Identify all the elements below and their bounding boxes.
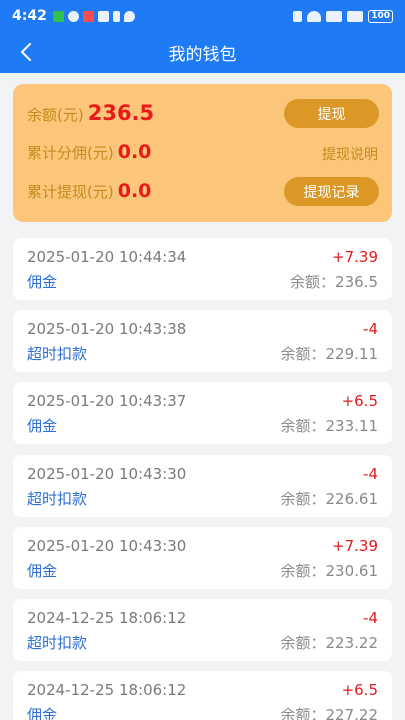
transaction-amount: -4	[363, 609, 378, 627]
withdraw-button[interactable]: 提现	[284, 99, 379, 128]
transaction-type: 超时扣款	[27, 345, 88, 363]
mail-icon	[82, 10, 94, 22]
transaction-type: 佣金	[27, 562, 58, 580]
transaction-date: 2025-01-20 10:44:34	[27, 248, 187, 266]
withdraw-info-link[interactable]: 提现说明	[322, 144, 378, 164]
transaction-type: 超时扣款	[27, 634, 88, 652]
commission-label: 累计分佣(元)	[27, 144, 114, 162]
transaction-date: 2025-01-20 10:43:37	[27, 392, 187, 410]
transaction-balance: 余额：226.61	[280, 490, 379, 508]
signal-1-icon	[326, 10, 343, 22]
nav-bar: 我的钱包	[0, 32, 405, 73]
transaction-type: 超时扣款	[27, 490, 88, 508]
chevron-left-icon	[21, 43, 31, 61]
transaction-balance: 余额：223.22	[280, 634, 379, 652]
transaction-item: 2024-12-25 18:06:12 佣金 +6.5 余额：227.22	[13, 671, 392, 720]
transaction-item: 2025-01-20 10:43:30 超时扣款 -4 余额：226.61	[13, 455, 392, 517]
balance-row: 余额(元) 236.5	[27, 101, 154, 125]
transaction-balance: 余额：230.61	[280, 562, 379, 580]
vibrate-icon	[293, 10, 303, 22]
withdrawn-row: 累计提现(元) 0.0	[27, 180, 151, 202]
transaction-date: 2025-01-20 10:43:30	[27, 537, 187, 555]
withdrawn-value: 0.0	[117, 180, 152, 202]
transaction-item: 2025-01-20 10:43:37 佣金 +6.5 余额：233.11	[13, 382, 392, 444]
transaction-type: 佣金	[27, 706, 58, 720]
transaction-amount: -4	[363, 465, 378, 483]
commission-value: 0.0	[117, 141, 152, 163]
transaction-amount: +7.39	[332, 248, 378, 266]
transaction-item: 2025-01-20 10:43:38 超时扣款 -4 余额：229.11	[13, 310, 392, 372]
transaction-date: 2025-01-20 10:43:30	[27, 465, 187, 483]
transaction-balance: 余额：233.11	[280, 417, 379, 435]
wallet-summary-card: 余额(元) 236.5 提现 累计分佣(元) 0.0 提现说明 累计提现(元) …	[13, 84, 392, 222]
transaction-amount: +7.39	[332, 537, 378, 555]
transaction-balance: 余额：229.11	[280, 345, 379, 363]
system-icons: 100	[293, 9, 393, 23]
transaction-date: 2024-12-25 18:06:12	[27, 609, 187, 627]
notification-icons	[52, 10, 135, 22]
app-icon	[67, 10, 79, 22]
transaction-item: 2025-01-20 10:43:30 佣金 +7.39 余额：230.61	[13, 527, 392, 589]
commission-row: 累计分佣(元) 0.0	[27, 141, 151, 163]
transaction-type: 佣金	[27, 417, 58, 435]
bluetooth-icon	[112, 10, 120, 22]
back-button[interactable]	[14, 40, 38, 64]
transaction-date: 2025-01-20 10:43:38	[27, 320, 187, 338]
location-icon	[123, 10, 135, 22]
transaction-item: 2024-12-25 18:06:12 超时扣款 -4 余额：223.22	[13, 599, 392, 661]
withdrawn-label: 累计提现(元)	[27, 183, 114, 201]
withdraw-records-button[interactable]: 提现记录	[284, 177, 379, 206]
transaction-amount: +6.5	[341, 392, 378, 410]
page-title: 我的钱包	[168, 45, 237, 65]
transaction-balance: 余额：227.22	[280, 706, 379, 720]
nfc-icon	[97, 10, 109, 22]
phone-icon	[52, 10, 64, 22]
balance-value: 236.5	[87, 101, 155, 125]
transaction-balance: 余额：236.5	[290, 273, 378, 291]
battery-icon: 100	[368, 9, 393, 23]
signal-2-icon	[347, 10, 364, 22]
wifi-icon	[307, 10, 322, 22]
transaction-type: 佣金	[27, 273, 58, 291]
transaction-amount: +6.5	[341, 681, 378, 699]
status-bar: 4:42 100	[0, 0, 405, 32]
transaction-item: 2025-01-20 10:44:34 佣金 +7.39 余额：236.5	[13, 238, 392, 300]
transaction-amount: -4	[363, 320, 378, 338]
balance-label: 余额(元)	[27, 106, 84, 124]
transaction-date: 2024-12-25 18:06:12	[27, 681, 187, 699]
status-time: 4:42	[12, 8, 47, 24]
